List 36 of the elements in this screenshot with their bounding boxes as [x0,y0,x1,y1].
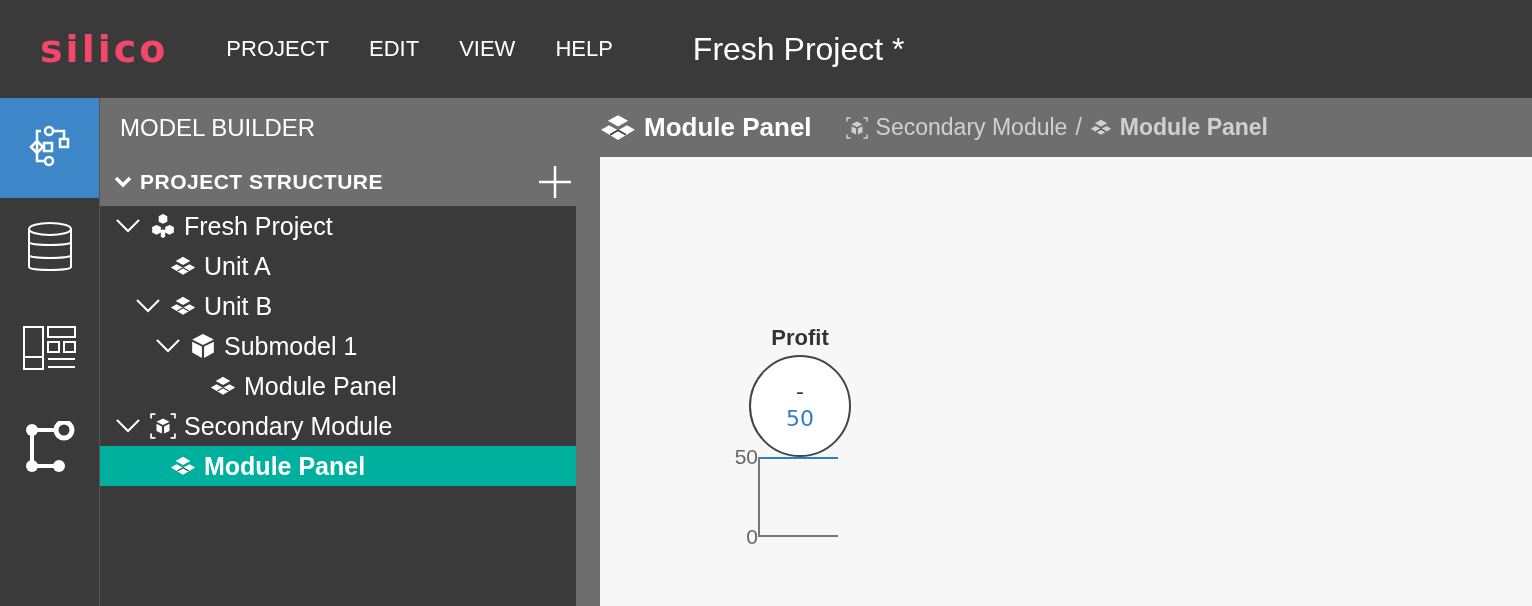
tree-item[interactable]: Secondary Module [100,406,576,446]
chevron-icon[interactable] [136,299,160,313]
widget-title: Profit [771,325,829,351]
chevron-icon[interactable] [116,419,140,433]
menu-item[interactable]: VIEW [459,36,516,62]
layers-icon [210,376,236,396]
panel-title: Module Panel [644,112,812,143]
chevron-icon[interactable] [156,339,180,353]
menu-item[interactable]: HELP [555,36,613,62]
cube-icon [845,116,868,139]
cubes-icon [150,213,176,239]
breadcrumb-separator: / [1075,114,1082,141]
logo: silico [40,27,169,71]
layers-icon [170,256,196,276]
menu-item[interactable]: PROJECT [226,36,329,62]
breadcrumb-item: Module Panel [1119,114,1268,141]
chevron-icon[interactable] [116,219,140,233]
tree-item[interactable]: Module Panel [100,366,576,406]
layers-icon [170,456,196,476]
layers-icon [170,296,196,316]
layers-icon [1089,119,1112,136]
axis-tick: 0 [746,525,758,549]
tree-item[interactable]: Submodel 1 [100,326,576,366]
panel-title: MODEL BUILDER [119,113,317,143]
dashboard-layout-icon [22,326,77,370]
add-icon[interactable] [538,165,572,199]
tree-item[interactable]: Unit A [100,246,576,286]
cube-icon [190,333,216,359]
tree-item[interactable]: Fresh Project [100,206,576,246]
tree-item[interactable]: Unit B [100,286,576,326]
section-title[interactable]: PROJECT STRUCTURE [140,170,538,194]
chevron-icon[interactable] [114,176,132,188]
menu-item[interactable]: EDIT [369,36,420,62]
cube-icon [150,413,176,439]
window-title: Fresh Project * [692,30,905,68]
layers-icon [600,114,636,141]
